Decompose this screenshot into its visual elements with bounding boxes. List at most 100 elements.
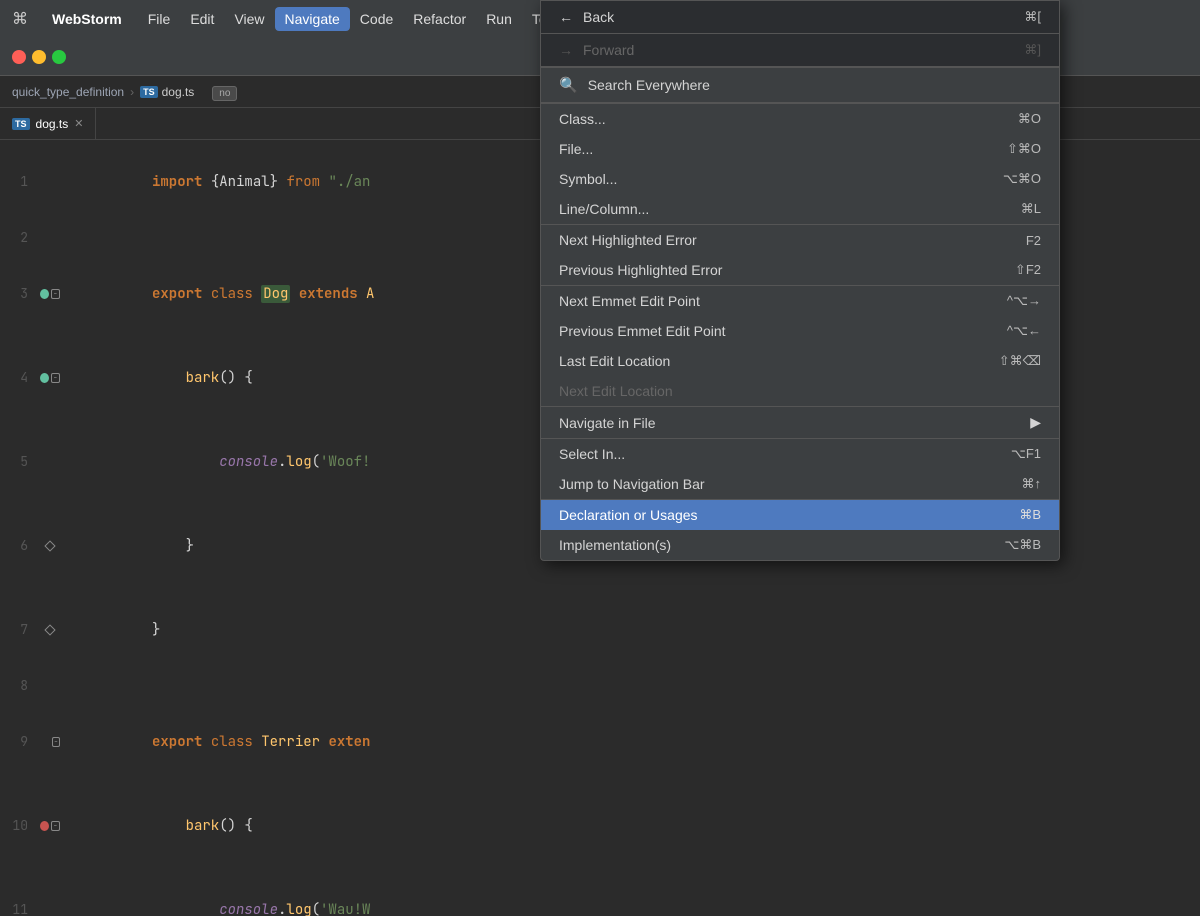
next-error-shortcut: F2	[1026, 233, 1041, 248]
select-in-item[interactable]: Select In... ⌥F1	[541, 439, 1059, 469]
line-number-2: 2	[0, 224, 40, 252]
menu-edit[interactable]: Edit	[180, 7, 224, 31]
gutter-4: −	[40, 373, 60, 383]
app-name: WebStorm	[44, 7, 130, 31]
declaration-item[interactable]: Declaration or Usages ⌘B	[541, 500, 1059, 530]
jump-nav-bar-item[interactable]: Jump to Navigation Bar ⌘↑	[541, 469, 1059, 499]
menu-run[interactable]: Run	[476, 7, 522, 31]
line-column-menu-item[interactable]: Line/Column... ⌘L	[541, 194, 1059, 224]
gutter-9: −	[40, 737, 60, 747]
back-arrow-icon: ←	[559, 9, 573, 25]
line-number-10: 10	[0, 812, 40, 840]
line-column-label: Line/Column...	[559, 201, 1021, 217]
jump-nav-bar-shortcut: ⌘↑	[1022, 476, 1042, 492]
code-line-9: 9 − export class Terrier exten	[0, 700, 1200, 784]
menu-refactor[interactable]: Refactor	[403, 7, 476, 31]
gutter-7	[40, 626, 60, 634]
fold-btn-9[interactable]: −	[52, 737, 60, 747]
gutter-10: −	[40, 821, 60, 831]
apple-logo: ⌘	[12, 9, 28, 29]
forward-shortcut: ⌘]	[1024, 42, 1041, 58]
ts-icon: TS	[140, 86, 158, 98]
symbol-menu-item[interactable]: Symbol... ⌥⌘O	[541, 164, 1059, 194]
file-shortcut: ⇧⌘O	[1007, 141, 1041, 157]
breadcrumb-separator: ›	[130, 85, 134, 99]
nav-back-section: ← Back ⌘[ → Forward ⌘]	[541, 1, 1059, 68]
minimize-button[interactable]	[32, 50, 46, 64]
fold-btn-4[interactable]: −	[51, 373, 60, 383]
select-in-section: Select In... ⌥F1 Jump to Navigation Bar …	[541, 439, 1059, 500]
diamond-6	[44, 540, 55, 551]
search-everywhere-label: Search Everywhere	[588, 77, 710, 93]
prev-emmet-item[interactable]: Previous Emmet Edit Point ^⌥←	[541, 316, 1059, 346]
next-error-item[interactable]: Next Highlighted Error F2	[541, 225, 1059, 255]
prev-error-item[interactable]: Previous Highlighted Error ⇧F2	[541, 255, 1059, 285]
line-number-5: 5	[0, 448, 40, 476]
tab-label: dog.ts	[36, 117, 69, 131]
breakpoint-red-10	[40, 821, 49, 831]
line-number-3: 3	[0, 280, 40, 308]
declaration-label: Declaration or Usages	[559, 507, 1019, 523]
menu-file[interactable]: File	[138, 7, 181, 31]
menu-code[interactable]: Code	[350, 7, 403, 31]
emmet-section: Next Emmet Edit Point ^⌥→ Previous Emmet…	[541, 286, 1059, 407]
declaration-section: Declaration or Usages ⌘B Implementation(…	[541, 500, 1059, 560]
prev-error-label: Previous Highlighted Error	[559, 262, 1015, 278]
class-menu-item[interactable]: Class... ⌘O	[541, 104, 1059, 134]
traffic-lights	[12, 50, 66, 64]
search-everywhere-item[interactable]: 🔍 Search Everywhere	[541, 68, 1059, 103]
navigate-in-file-item[interactable]: Navigate in File ▶	[541, 407, 1059, 438]
line-column-shortcut: ⌘L	[1021, 201, 1041, 217]
tab-close-button[interactable]: ✕	[74, 117, 83, 130]
prev-emmet-label: Previous Emmet Edit Point	[559, 323, 1007, 339]
file-label: File...	[559, 141, 1007, 157]
fold-btn-10[interactable]: −	[51, 821, 60, 831]
error-nav-section: Next Highlighted Error F2 Previous Highl…	[541, 225, 1059, 286]
navigate-in-file-label: Navigate in File	[559, 415, 1030, 431]
implementation-label: Implementation(s)	[559, 537, 1004, 553]
file-menu-item[interactable]: File... ⇧⌘O	[541, 134, 1059, 164]
code-line-7: 7 }	[0, 588, 1200, 672]
line-number-8: 8	[0, 672, 40, 700]
breadcrumb-file[interactable]: TS dog.ts	[140, 85, 194, 99]
search-icon: 🔍	[559, 76, 578, 94]
menu-navigate[interactable]: Navigate	[275, 7, 350, 31]
line-content-10: bark() {	[60, 784, 1200, 868]
next-emmet-label: Next Emmet Edit Point	[559, 293, 1007, 309]
close-button[interactable]	[12, 50, 26, 64]
next-emmet-item[interactable]: Next Emmet Edit Point ^⌥→	[541, 286, 1059, 316]
next-edit-item[interactable]: Next Edit Location	[541, 376, 1059, 406]
last-edit-item[interactable]: Last Edit Location ⇧⌘⌫	[541, 346, 1059, 376]
code-line-11: 11 console.log('Wau!W	[0, 868, 1200, 916]
fold-btn-3[interactable]: −	[51, 289, 60, 299]
back-label: Back	[583, 9, 1024, 25]
tab-dog-ts[interactable]: TS dog.ts ✕	[0, 108, 96, 139]
breadcrumb-filename: dog.ts	[162, 85, 195, 99]
class-shortcut: ⌘O	[1018, 111, 1041, 127]
implementation-item[interactable]: Implementation(s) ⌥⌘B	[541, 530, 1059, 560]
back-menu-item[interactable]: ← Back ⌘[	[541, 1, 1059, 34]
line-number-4: 4	[0, 364, 40, 392]
line-number-11: 11	[0, 896, 40, 916]
breadcrumb-project[interactable]: quick_type_definition	[12, 85, 124, 99]
next-error-label: Next Highlighted Error	[559, 232, 1026, 248]
diamond-7	[44, 624, 55, 635]
navigate-in-file-section: Navigate in File ▶	[541, 407, 1059, 439]
breakpoint-teal-4	[40, 373, 49, 383]
forward-arrow-icon: →	[559, 42, 573, 58]
line-number-9: 9	[0, 728, 40, 756]
last-edit-shortcut: ⇧⌘⌫	[999, 353, 1041, 369]
implementation-shortcut: ⌥⌘B	[1004, 537, 1041, 553]
forward-menu-item[interactable]: → Forward ⌘]	[541, 34, 1059, 67]
prev-error-shortcut: ⇧F2	[1015, 262, 1041, 278]
next-edit-label: Next Edit Location	[559, 383, 1041, 399]
breakpoint-teal-3	[40, 289, 49, 299]
back-shortcut: ⌘[	[1024, 9, 1041, 25]
maximize-button[interactable]	[52, 50, 66, 64]
code-line-8: 8	[0, 672, 1200, 700]
search-section: 🔍 Search Everywhere	[541, 68, 1059, 104]
select-in-label: Select In...	[559, 446, 1011, 462]
menu-view[interactable]: View	[224, 7, 274, 31]
line-content-7: }	[60, 588, 1200, 672]
class-label: Class...	[559, 111, 1018, 127]
